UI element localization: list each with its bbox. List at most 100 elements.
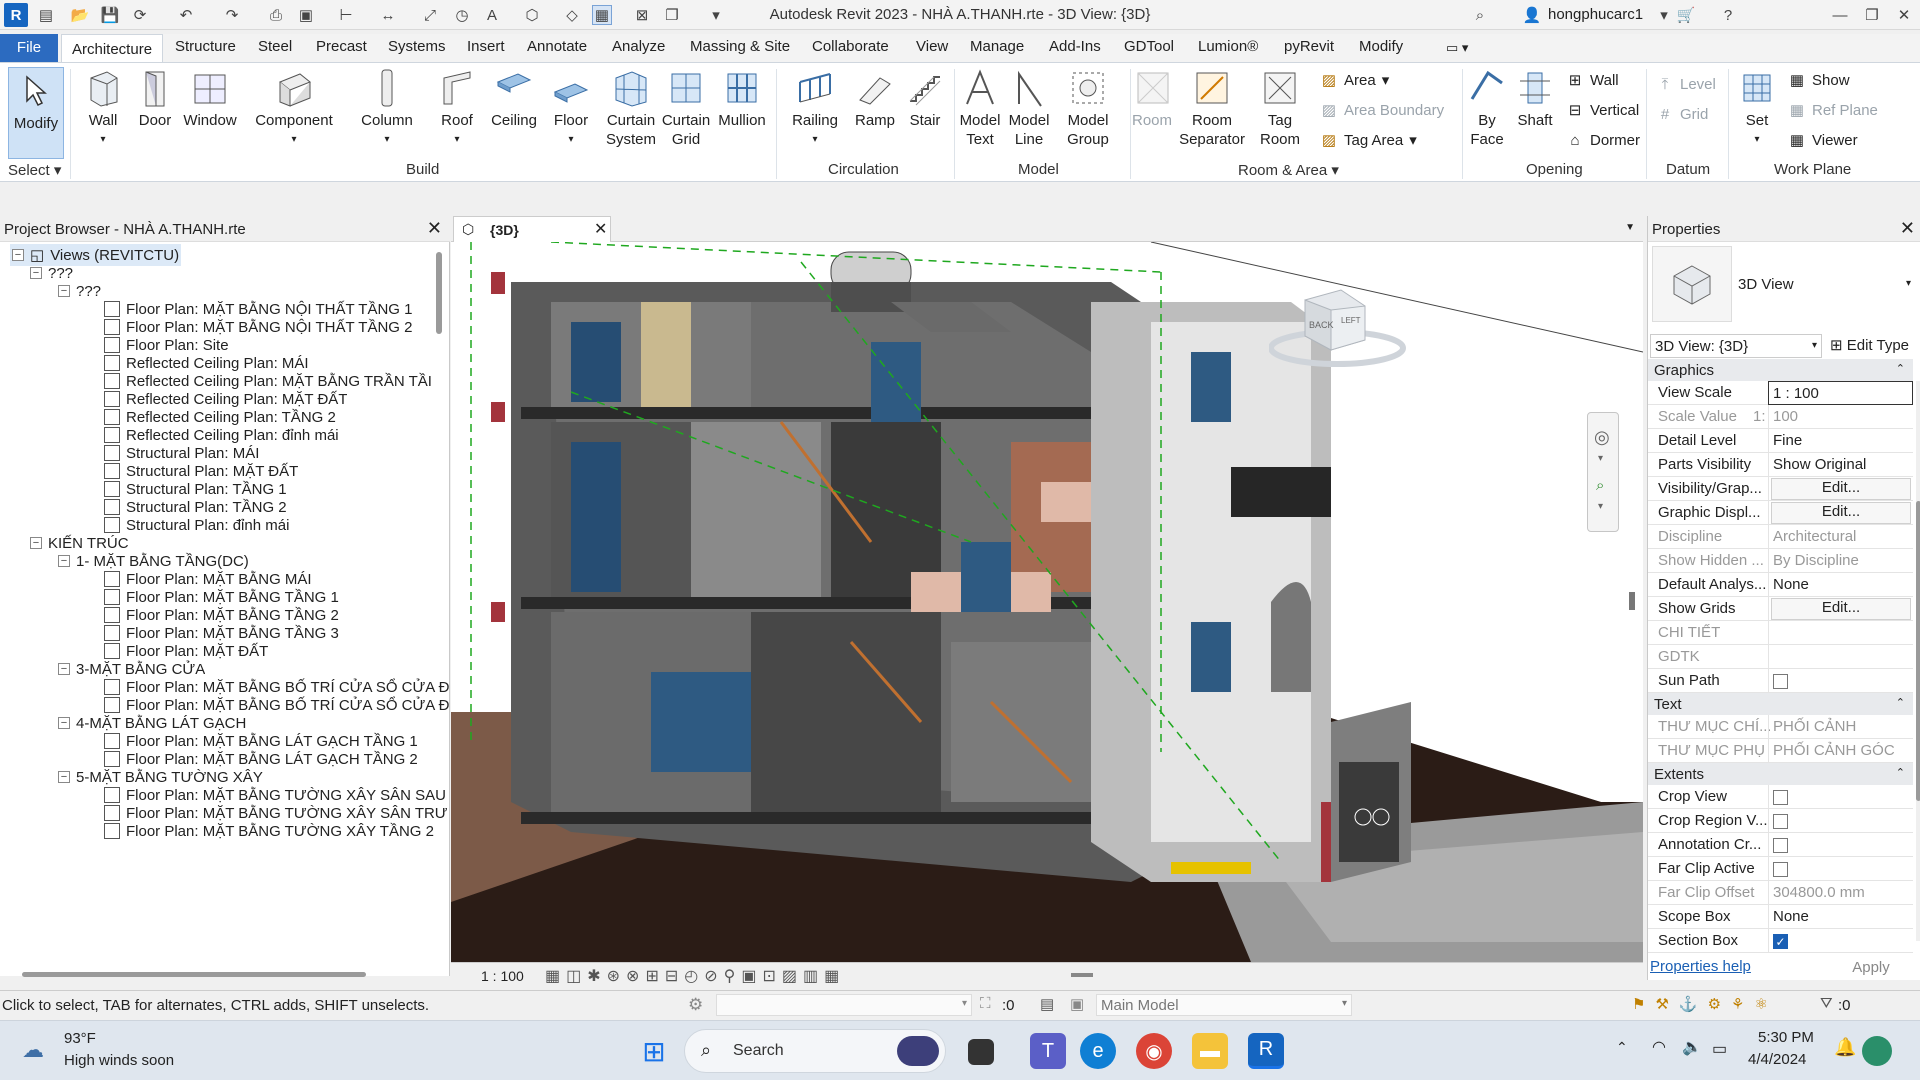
ref-plane-button[interactable]: ▦ Ref Plane (1788, 101, 1878, 120)
railing-button[interactable]: Railing ▾ (786, 67, 844, 149)
tag-room-button[interactable]: Tag Room (1252, 67, 1308, 149)
close-icon[interactable]: ✕ (594, 219, 607, 239)
mullion-button[interactable]: Mullion (712, 67, 772, 130)
viewcube-left-label[interactable]: LEFT (1341, 316, 1361, 325)
steering-wheel-icon[interactable]: ◎ (1594, 427, 1610, 448)
vertical-opening-button[interactable]: ⊟ Vertical (1566, 101, 1640, 120)
copilot-icon[interactable] (1862, 1036, 1892, 1066)
checkbox[interactable]: ✓ (1773, 934, 1788, 949)
property-value[interactable]: None (1768, 573, 1913, 597)
main-model-icon[interactable]: ▣ (1070, 995, 1084, 1013)
room-area-group-label[interactable]: Room & Area ▾ (1238, 161, 1339, 179)
collapse-icon[interactable]: − (12, 249, 24, 261)
viewcube[interactable]: BACK LEFT (1268, 282, 1409, 372)
tab-massing-site[interactable]: Massing & Site (690, 38, 790, 55)
property-value[interactable]: Architectural (1768, 525, 1913, 549)
component-button[interactable]: Component ▾ (252, 67, 336, 149)
worksets-icon[interactable]: ⚙ (688, 995, 703, 1015)
collapse-section-icon[interactable]: ⌃ (1896, 696, 1905, 709)
property-value[interactable] (1768, 645, 1913, 669)
tab-steel[interactable]: Steel (258, 38, 292, 55)
tab-gdtool[interactable]: GDTool (1124, 38, 1174, 55)
start-icon[interactable]: ⊞ (636, 1033, 672, 1069)
wifi-icon[interactable]: ◠ (1652, 1037, 1666, 1057)
tab-structure[interactable]: Structure (175, 38, 236, 55)
selection-filters-icons[interactable]: ⚑⚒⚓⚙⚘⚛ (1632, 995, 1778, 1013)
horizontal-scrollbar[interactable] (22, 972, 366, 977)
weather-text[interactable]: High winds soon (64, 1052, 174, 1069)
tab-3d-view[interactable]: ⬡ {3D} ✕ (453, 216, 611, 242)
properties-scrollbar[interactable] (1916, 381, 1920, 941)
property-value[interactable]: Edit... (1768, 501, 1913, 525)
section-graphics[interactable]: Graphics ⌃ (1648, 359, 1913, 381)
help-icon[interactable]: ? (1718, 5, 1738, 25)
roof-button[interactable]: Roof ▾ (432, 67, 482, 149)
tab-pyrevit[interactable]: pyRevit (1284, 38, 1334, 55)
edit-button[interactable]: Edit... (1771, 502, 1911, 524)
grid-button[interactable]: # Grid (1656, 105, 1709, 123)
tab-modify[interactable]: Modify (1359, 38, 1403, 55)
volume-icon[interactable]: 🔈 (1682, 1037, 1702, 1057)
tab-analyze[interactable]: Analyze (612, 38, 665, 55)
collapse-section-icon[interactable]: ⌃ (1896, 766, 1905, 779)
vertical-scrollbar[interactable] (1629, 592, 1635, 610)
property-value[interactable]: Edit... (1768, 477, 1913, 501)
user-name[interactable]: hongphucarc1 (1548, 6, 1643, 23)
checkbox[interactable] (1773, 814, 1788, 829)
property-value[interactable] (1768, 833, 1913, 857)
checkbox[interactable] (1773, 862, 1788, 877)
properties-help-link[interactable]: Properties help (1650, 958, 1751, 975)
apply-button[interactable]: Apply (1828, 956, 1914, 980)
checkbox[interactable] (1773, 838, 1788, 853)
door-button[interactable]: Door (132, 67, 178, 130)
chevron-up-icon[interactable]: ⌃ (1616, 1039, 1628, 1056)
collapse-icon[interactable]: − (30, 267, 42, 279)
view-item[interactable]: Floor Plan: MẶT BẰNG TƯỜNG XÂY TẦNG 2 (104, 820, 434, 842)
shaft-button[interactable]: Shaft (1510, 67, 1560, 130)
edit-type-button[interactable]: ⊞ Edit Type (1830, 336, 1909, 354)
edit-button[interactable]: Edit... (1771, 478, 1911, 500)
revit-taskbar-icon[interactable]: R (1248, 1033, 1284, 1069)
wall-button[interactable]: Wall ▾ (78, 67, 128, 149)
checkbox[interactable] (1773, 674, 1788, 689)
binoculars-icon[interactable]: ⌕ (1470, 5, 1490, 25)
property-value[interactable]: 304800.0 mm (1768, 881, 1913, 905)
tab-view[interactable]: View (916, 38, 948, 55)
minimize-icon[interactable]: — (1830, 5, 1850, 25)
section-extents[interactable]: Extents ⌃ (1648, 763, 1913, 785)
property-value[interactable] (1768, 809, 1913, 833)
property-value[interactable]: PHỐI CẢNH GÓC (1768, 739, 1913, 763)
curtain-grid-button[interactable]: Curtain Grid (660, 67, 712, 149)
property-value[interactable] (1768, 669, 1913, 693)
tab-lumion[interactable]: Lumion® (1198, 38, 1258, 55)
teams-icon[interactable]: T (1030, 1033, 1066, 1069)
property-value[interactable] (1768, 621, 1913, 645)
type-dropdown-chevron-icon[interactable]: ▾ (1906, 278, 1911, 289)
close-icon[interactable]: ✕ (1900, 218, 1915, 239)
area-boundary-button[interactable]: ▨ Area Boundary (1320, 101, 1444, 120)
cart-icon[interactable]: 🛒 (1676, 5, 1696, 25)
model-line-button[interactable]: Model Line (1006, 67, 1052, 149)
horizontal-scrollbar[interactable] (1071, 973, 1093, 977)
taskbar-search[interactable]: ⌕ Search (684, 1029, 946, 1073)
property-value[interactable] (1768, 857, 1913, 881)
property-value[interactable]: 1 : 100 (1768, 381, 1913, 405)
chevron-down-icon[interactable]: ▾ (1598, 501, 1603, 512)
design-options-dropdown[interactable]: ▾ (716, 994, 972, 1016)
restore-icon[interactable]: ❐ (1862, 5, 1882, 25)
collapse-icon[interactable]: − (58, 285, 70, 297)
ribbon-toggle-icon[interactable]: ▭ ▾ (1446, 40, 1468, 56)
view-item[interactable]: Structural Plan: đỉnh mái (104, 514, 289, 536)
model-text-button[interactable]: Model Text (956, 67, 1004, 149)
task-view-icon[interactable] (968, 1039, 994, 1065)
clock-date[interactable]: 4/4/2024 (1748, 1051, 1806, 1068)
modify-button[interactable]: Modify (8, 67, 64, 159)
close-icon[interactable]: ✕ (427, 218, 442, 239)
property-value[interactable]: Fine (1768, 429, 1913, 453)
window-button[interactable]: Window (180, 67, 240, 130)
property-value[interactable]: Show Original (1768, 453, 1913, 477)
property-value[interactable]: None (1768, 905, 1913, 929)
edit-button[interactable]: Edit... (1771, 598, 1911, 620)
design-options-icon[interactable]: ▤ (1040, 995, 1054, 1013)
notifications-icon[interactable]: 🔔 (1834, 1037, 1856, 1058)
